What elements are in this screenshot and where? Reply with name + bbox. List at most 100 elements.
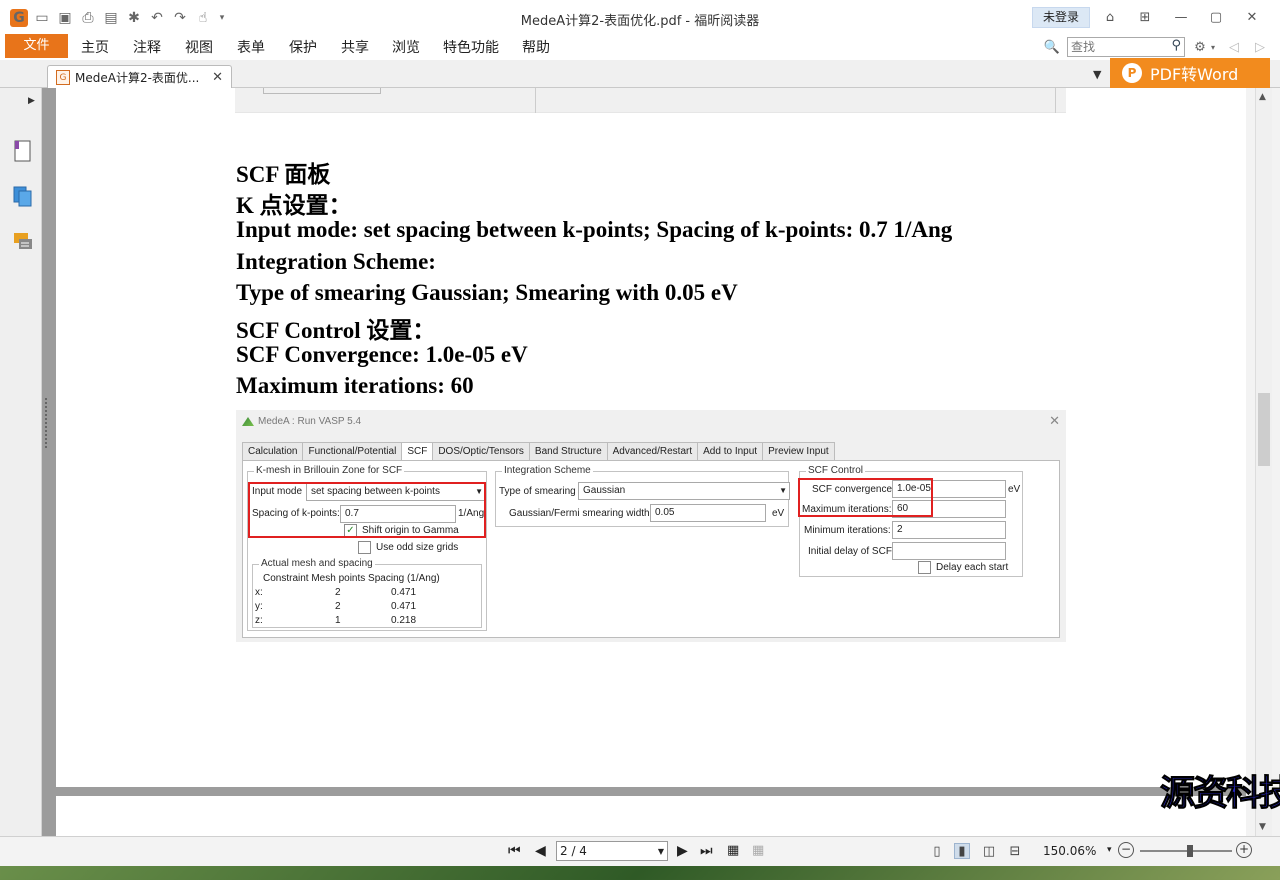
doc-line-scf-convergence: SCF Convergence: 1.0e-05 eV <box>236 342 528 367</box>
search-settings-dropdown-icon[interactable]: ▾ <box>1209 38 1217 56</box>
search-icon[interactable]: ⚲ <box>1171 38 1181 53</box>
doc-line-input-mode: Input mode: set spacing between k-points… <box>236 217 953 242</box>
app-logo-icon: G <box>10 9 28 27</box>
stab-calculation: Calculation <box>242 442 303 461</box>
first-page-icon[interactable]: ⏮ <box>508 843 521 859</box>
menu-form[interactable]: 表单 <box>237 37 265 57</box>
file-menu-button[interactable]: 文件 <box>5 34 68 58</box>
previous-page-icon[interactable]: ◀ <box>535 843 546 859</box>
menu-help[interactable]: 帮助 <box>522 37 550 57</box>
search-settings-icon[interactable]: ⚙ <box>1191 38 1209 56</box>
skin-icon[interactable]: ⌂ <box>1099 7 1121 27</box>
previous-figure-fragment <box>235 88 1066 113</box>
doc-line-scf-control: SCF Control 设置： <box>236 318 436 343</box>
menu-view[interactable]: 视图 <box>185 37 213 57</box>
search-next-icon[interactable]: ▷ <box>1251 38 1269 56</box>
comments-icon[interactable] <box>13 231 33 253</box>
menu-share[interactable]: 共享 <box>341 37 369 57</box>
properties-icon[interactable]: ▤ <box>102 9 120 27</box>
menu-bar: 文件 主页 注释 视图 表单 保护 共享 浏览 特色功能 帮助 🔍 ⚲ ⚙ ▾ … <box>0 34 1280 60</box>
document-tab-label: MedeA计算2-表面优... <box>75 71 200 85</box>
stab-dos: DOS/Optic/Tensors <box>432 442 529 461</box>
menu-features[interactable]: 特色功能 <box>443 37 499 57</box>
pdf-file-icon: G <box>56 70 70 85</box>
redo-icon[interactable]: ↷ <box>171 9 189 27</box>
stab-advanced: Advanced/Restart <box>606 442 698 461</box>
menu-comment[interactable]: 注释 <box>133 37 161 57</box>
close-icon[interactable]: ✕ <box>1241 7 1263 27</box>
panel-splitter[interactable] <box>42 88 56 836</box>
doc-line-scf-panel: SCF 面板 <box>236 162 331 187</box>
layout-icon[interactable]: ⊞ <box>1134 7 1156 27</box>
next-page-icon[interactable]: ▶ <box>677 843 688 859</box>
scf-tab-panel: K-mesh in Brillouin Zone for SCF Input m… <box>242 460 1060 638</box>
document-tab-bar: G MedeA计算2-表面优... ✕ ▼ <box>0 60 1280 89</box>
menu-browse[interactable]: 浏览 <box>392 37 420 57</box>
stab-add-input: Add to Input <box>697 442 763 461</box>
save-icon[interactable]: ▣ <box>56 9 74 27</box>
stab-scf: SCF <box>401 442 433 462</box>
document-view: SCF 面板 K 点设置： Input mode: set spacing be… <box>56 88 1246 836</box>
menu-protect[interactable]: 保护 <box>289 37 317 57</box>
tab-list-dropdown-icon[interactable]: ▼ <box>1093 68 1101 81</box>
stab-preview: Preview Input <box>762 442 835 461</box>
maximize-icon[interactable]: ▢ <box>1205 7 1227 27</box>
bookmarks-icon[interactable] <box>13 186 33 208</box>
document-tab[interactable]: G MedeA计算2-表面优... ✕ <box>47 65 232 89</box>
watermark-text: 源资科技 <box>1159 774 1280 815</box>
smearing-type-select: Gaussian ▼ <box>578 482 790 500</box>
vertical-scrollbar[interactable]: ▲ ▼ <box>1255 88 1272 836</box>
foxit-reader-window: G ▭ ▣ ⎙ ▤ ✱ ↶ ↷ ☝ ▾ MedeA计算2-表面优化.pdf - … <box>0 0 1280 866</box>
hand-tool-icon[interactable]: ☝ <box>194 9 212 27</box>
single-page-view-icon[interactable]: ▯ <box>929 843 945 859</box>
continuous-facing-view-icon[interactable]: ⊟ <box>1007 843 1023 859</box>
scf-delay-field <box>892 542 1006 560</box>
tab-close-icon[interactable]: ✕ <box>212 70 223 85</box>
navigation-panel: ▶ <box>0 88 42 836</box>
minimize-icon[interactable]: — <box>1170 7 1192 27</box>
title-bar: G ▭ ▣ ⎙ ▤ ✱ ↶ ↷ ☝ ▾ MedeA计算2-表面优化.pdf - … <box>0 0 1280 34</box>
page-select-dropdown-icon[interactable]: ▼ <box>658 843 664 861</box>
kmesh-group: K-mesh in Brillouin Zone for SCF Input m… <box>247 465 487 631</box>
next-pdf-page <box>56 796 1246 836</box>
pdf-to-word-icon: P <box>1122 63 1142 83</box>
search-previous-icon[interactable]: ◁ <box>1225 38 1243 56</box>
facing-view-icon[interactable]: ◫ <box>981 843 997 859</box>
scroll-up-icon[interactable]: ▲ <box>1259 92 1266 102</box>
scroll-thumb[interactable] <box>1258 393 1270 466</box>
zoom-in-icon[interactable]: + <box>1236 842 1252 858</box>
actual-mesh-group: Actual mesh and spacing Constraint Mesh … <box>252 558 482 628</box>
zoom-level[interactable]: 150.06% <box>1043 844 1096 858</box>
find-folder-icon[interactable]: 🔍 <box>1043 38 1061 56</box>
delay-each-checkbox <box>918 561 931 574</box>
zoom-dropdown-icon[interactable]: ▾ <box>1107 845 1112 855</box>
doc-line-integration: Integration Scheme: <box>236 249 436 274</box>
new-document-icon[interactable]: ✱ <box>125 9 143 27</box>
print-icon[interactable]: ⎙ <box>79 9 97 27</box>
screenshot-title: MedeA : Run VASP 5.4 <box>242 416 361 427</box>
page-thumbnail-icon[interactable] <box>13 140 33 162</box>
next-view-icon[interactable]: ▦ <box>752 843 764 858</box>
open-folder-icon[interactable]: ▭ <box>33 9 51 27</box>
login-button[interactable]: 未登录 <box>1032 7 1090 28</box>
zoom-slider[interactable] <box>1140 850 1232 852</box>
expand-panel-icon[interactable]: ▶ <box>28 96 35 106</box>
scroll-down-icon[interactable]: ▼ <box>1259 822 1266 832</box>
search-input[interactable] <box>1067 37 1185 57</box>
last-page-icon[interactable]: ⏭ <box>700 843 713 859</box>
menu-home[interactable]: 主页 <box>81 37 109 57</box>
undo-icon[interactable]: ↶ <box>148 9 166 27</box>
smearing-width-field: 0.05 <box>650 504 766 522</box>
integration-group: Integration Scheme Type of smearing Gaus… <box>495 465 790 527</box>
continuous-view-icon[interactable]: ▮ <box>954 843 970 859</box>
doc-line-smearing: Type of smearing Gaussian; Smearing with… <box>236 280 738 305</box>
customize-toolbar-icon[interactable]: ▾ <box>217 9 227 27</box>
pdf-to-word-button[interactable]: P PDF转Word <box>1110 58 1270 88</box>
zoom-slider-handle[interactable] <box>1187 845 1193 857</box>
highlight-scf-control <box>798 478 933 517</box>
previous-view-icon[interactable]: ▦ <box>727 843 739 858</box>
page-number-select[interactable]: 2 / 4 ▼ <box>556 841 668 861</box>
zoom-out-icon[interactable]: − <box>1118 842 1134 858</box>
stab-functional: Functional/Potential <box>302 442 402 461</box>
highlight-kmesh <box>248 482 486 538</box>
